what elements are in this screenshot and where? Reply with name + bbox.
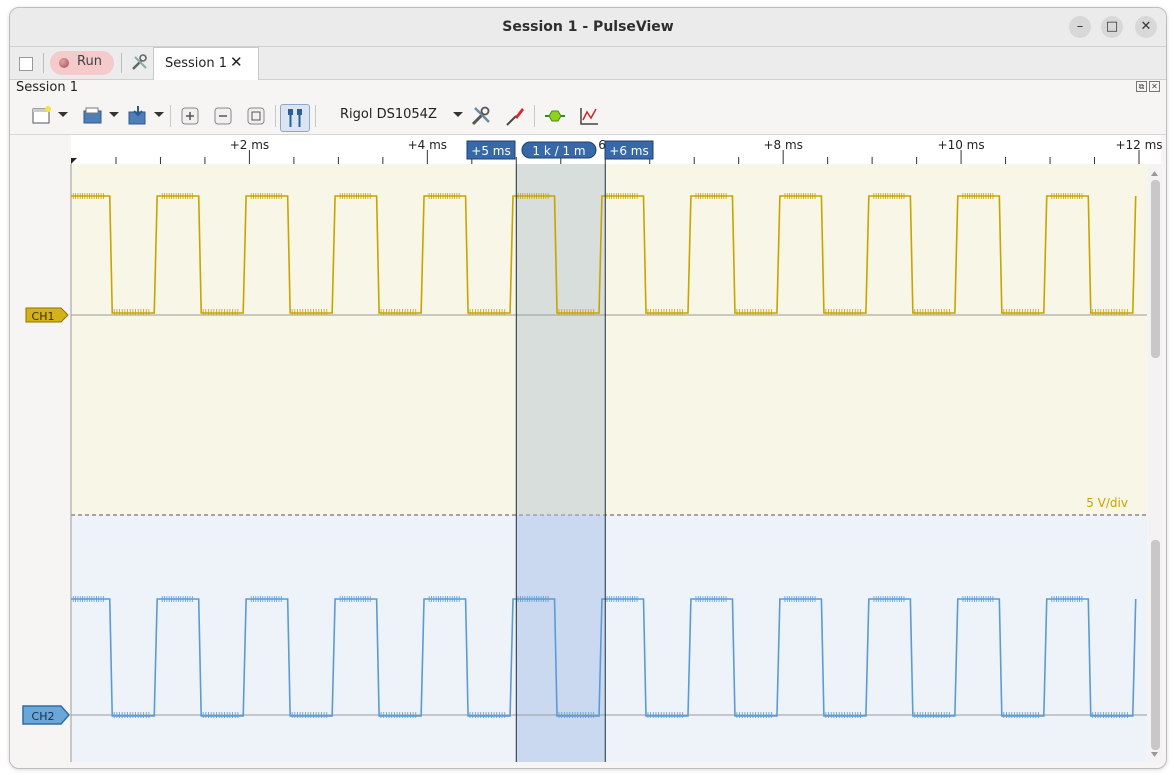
ruler-tick-label: +10 ms xyxy=(938,138,985,152)
ruler-tick-label: +2 ms xyxy=(230,138,269,152)
cursor-region-ch2 xyxy=(516,515,606,762)
ruler-tick-label: +4 ms xyxy=(408,138,447,152)
scrollbar-thumb[interactable] xyxy=(1151,540,1160,750)
cursor-interval-label: 1 k / 1 m xyxy=(532,144,585,158)
cursor-flag-left-label: +5 ms xyxy=(471,144,510,158)
cursor-flag-right-label: +6 ms xyxy=(609,144,648,158)
cursor-region-ch1 xyxy=(516,164,606,515)
ch1-trace-area[interactable] xyxy=(71,164,1147,515)
ch1-label: CH1 xyxy=(32,310,55,323)
ch1-scale-label: 5 V/div xyxy=(1086,496,1128,510)
ruler-tick-label: +8 ms xyxy=(763,138,802,152)
trace-view[interactable]: +2 ms +4 ms +8 ms +10 ms +12 ms6+5 ms +6 ms1 … xyxy=(0,0,1174,775)
header-column xyxy=(10,164,71,762)
ch2-trace-area[interactable] xyxy=(71,515,1147,762)
ch2-label: CH2 xyxy=(32,710,55,723)
ruler-tick-label: +12 ms xyxy=(1115,138,1162,152)
scrollbar-thumb[interactable] xyxy=(1151,180,1160,358)
